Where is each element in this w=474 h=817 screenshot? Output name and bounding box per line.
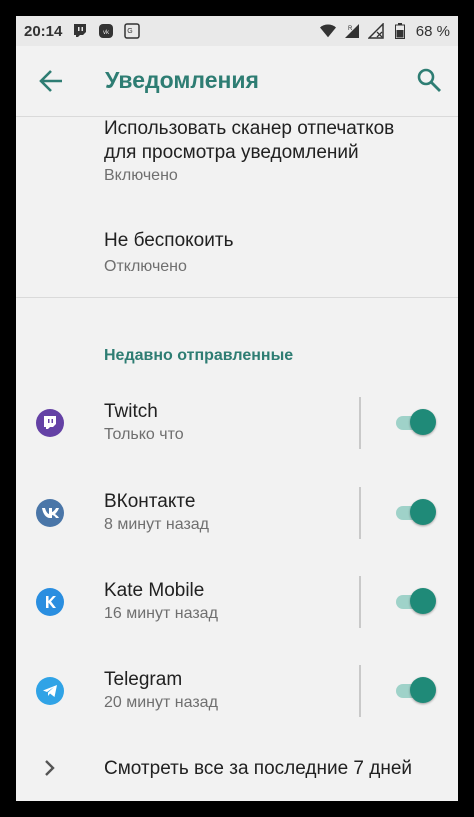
status-bar: 20:14 vk G R 68 %: [16, 16, 458, 46]
chevron-right-icon: [42, 758, 58, 778]
vk-icon: [36, 499, 64, 527]
wifi-icon: [319, 23, 336, 39]
twitch-notification-icon: [72, 23, 88, 39]
app-time: 20 минут назад: [104, 694, 218, 711]
row-separator: [359, 576, 361, 628]
app-row-vkontakte[interactable]: ВКонтакте 8 минут назад: [16, 478, 458, 548]
search-icon[interactable]: [416, 67, 442, 93]
telegram-toggle[interactable]: [394, 677, 436, 705]
telegram-icon: [36, 677, 64, 705]
section-divider: [16, 297, 458, 298]
app-row-twitch[interactable]: Twitch Только что: [16, 388, 458, 458]
row-separator: [359, 397, 361, 449]
back-arrow-icon[interactable]: [38, 68, 64, 94]
row-separator: [359, 487, 361, 539]
status-time: 20:14: [24, 22, 63, 40]
twitch-icon: [36, 409, 64, 437]
fingerprint-setting[interactable]: Использовать сканер отпечатков для просм…: [104, 117, 394, 187]
app-bar: Уведомления: [16, 46, 458, 116]
app-row-kate-mobile[interactable]: Kate Mobile 16 минут назад: [16, 567, 458, 637]
svg-text:R: R: [348, 26, 353, 32]
kate-mobile-toggle[interactable]: [394, 588, 436, 616]
fingerprint-setting-title-2: для просмотра уведомлений: [104, 142, 359, 163]
translate-notification-icon: G: [124, 23, 141, 39]
phone-screen: 20:14 vk G R 68 % Уведомления Использова…: [16, 16, 458, 801]
page-title: Уведомления: [105, 67, 259, 93]
vkontakte-toggle[interactable]: [394, 499, 436, 527]
app-time: Только что: [104, 426, 184, 443]
fingerprint-setting-title-1: Использовать сканер отпечатков: [104, 118, 395, 139]
app-name: Telegram: [104, 669, 183, 690]
do-not-disturb-status: Отключено: [104, 258, 187, 275]
vk-notification-icon: vk: [98, 23, 114, 39]
battery-icon: [392, 23, 408, 39]
svg-text:G: G: [128, 28, 133, 35]
app-name: Kate Mobile: [104, 580, 205, 601]
recent-section-header: Недавно отправленные: [104, 347, 294, 364]
app-name: ВКонтакте: [104, 491, 196, 512]
app-time: 16 минут назад: [104, 605, 218, 622]
app-name: Twitch: [104, 401, 158, 422]
svg-text:vk: vk: [103, 30, 110, 36]
row-separator: [359, 665, 361, 717]
see-all-label: Смотреть все за последние 7 дней: [104, 758, 413, 779]
do-not-disturb-title: Не беспокоить: [104, 230, 234, 251]
see-all-button[interactable]: Смотреть все за последние 7 дней: [16, 754, 458, 786]
do-not-disturb-setting[interactable]: Не беспокоить Отключено: [104, 229, 233, 278]
cell-signal-icon: R: [344, 23, 360, 39]
app-time: 8 минут назад: [104, 516, 210, 533]
app-row-telegram[interactable]: Telegram 20 минут назад: [16, 656, 458, 726]
fingerprint-setting-status: Включено: [104, 167, 178, 184]
kate-mobile-icon: [36, 588, 64, 616]
battery-percent: 68 %: [415, 22, 450, 40]
no-signal-icon: [367, 23, 384, 39]
twitch-toggle[interactable]: [394, 409, 436, 437]
